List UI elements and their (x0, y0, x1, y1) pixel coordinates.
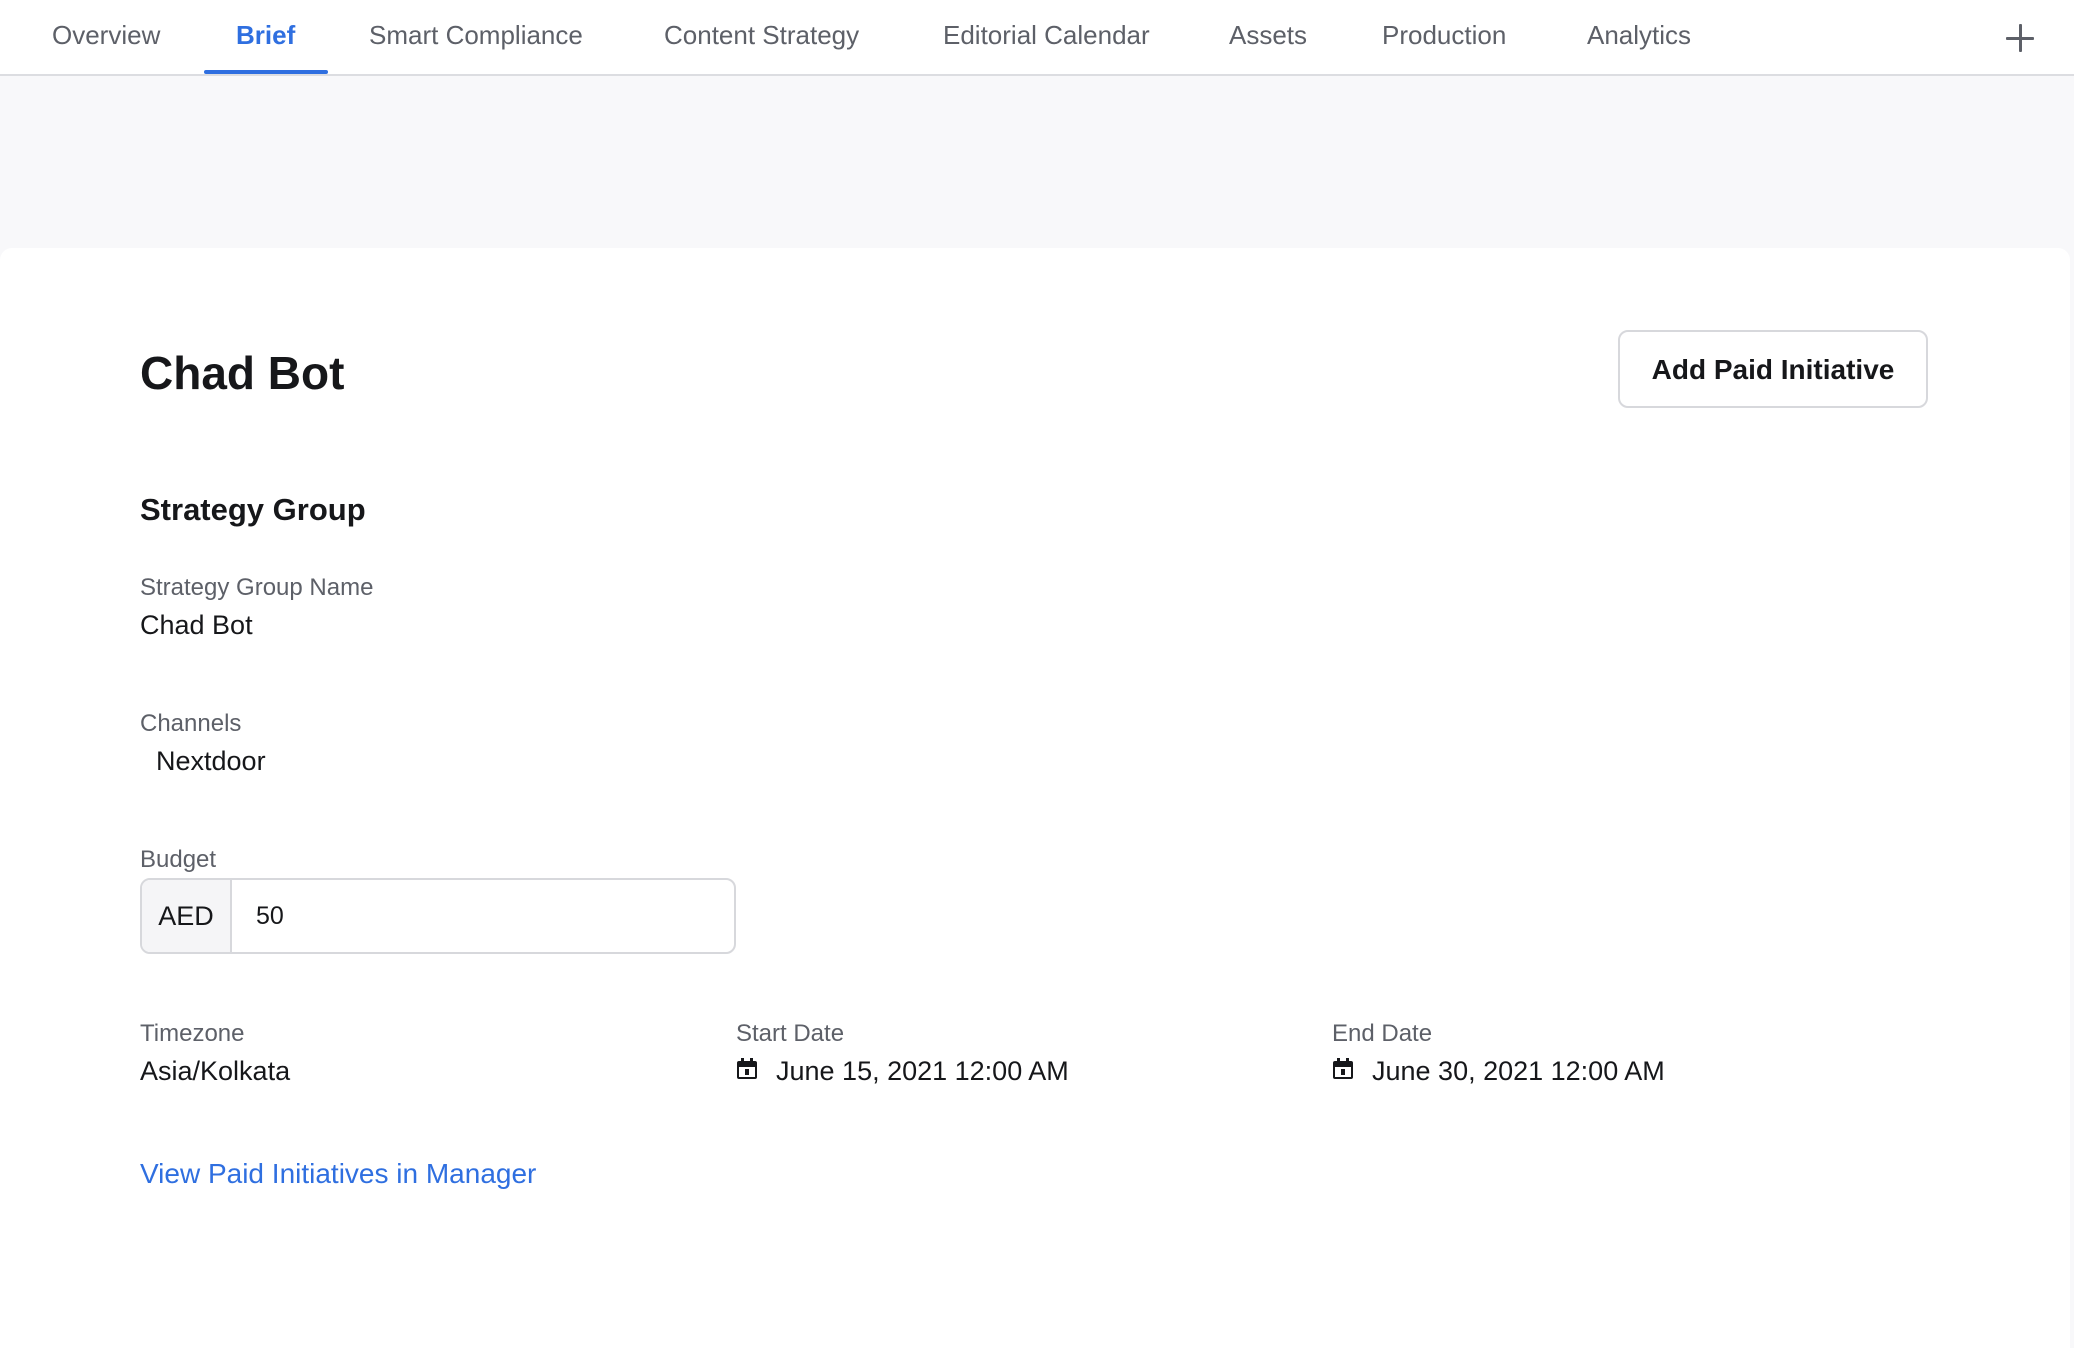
budget-label: Budget (140, 846, 217, 873)
tab-bar: Overview Brief Smart Compliance Content … (0, 0, 2074, 76)
channel-nextdoor: Nextdoor (156, 746, 266, 776)
add-paid-initiative-button[interactable]: Add Paid Initiative (1618, 330, 1928, 408)
timezone-value: Asia/Kolkata (140, 1056, 291, 1086)
strategy-group-name-label: Strategy Group Name (140, 574, 374, 601)
budget-currency: AED (142, 880, 232, 952)
tab-brief[interactable]: Brief (236, 0, 295, 76)
tab-analytics[interactable]: Analytics (1587, 0, 1691, 76)
tab-overview[interactable]: Overview (52, 0, 160, 76)
channels-label: Channels (140, 710, 242, 737)
brief-card: Chad Bot Add Paid Initiative Strategy Gr… (0, 248, 2070, 1348)
tab-smart-compliance[interactable]: Smart Compliance (369, 0, 583, 76)
tab-editorial-calendar[interactable]: Editorial Calendar (943, 0, 1150, 76)
end-date-label: End Date (1332, 1020, 1433, 1047)
view-paid-initiatives-link[interactable]: View Paid Initiatives in Manager (140, 1158, 536, 1190)
strategy-group-name-value: Chad Bot (140, 610, 253, 640)
calendar-icon (737, 1058, 757, 1079)
start-date-label: Start Date (736, 1020, 845, 1047)
tab-production[interactable]: Production (1382, 0, 1506, 76)
timezone-label: Timezone (140, 1020, 245, 1047)
tab-assets[interactable]: Assets (1229, 0, 1307, 76)
section-title: Strategy Group (140, 492, 366, 527)
page-title: Chad Bot (140, 347, 345, 399)
start-date-value[interactable]: June 15, 2021 12:00 AM (776, 1056, 1069, 1087)
budget-field: AED (140, 878, 736, 954)
end-date-value[interactable]: June 30, 2021 12:00 AM (1372, 1056, 1665, 1087)
budget-input[interactable] (232, 880, 732, 952)
plus-icon[interactable] (2004, 22, 2036, 54)
active-tab-indicator (204, 70, 328, 74)
tab-content-strategy[interactable]: Content Strategy (664, 0, 859, 76)
calendar-icon (1333, 1058, 1353, 1079)
